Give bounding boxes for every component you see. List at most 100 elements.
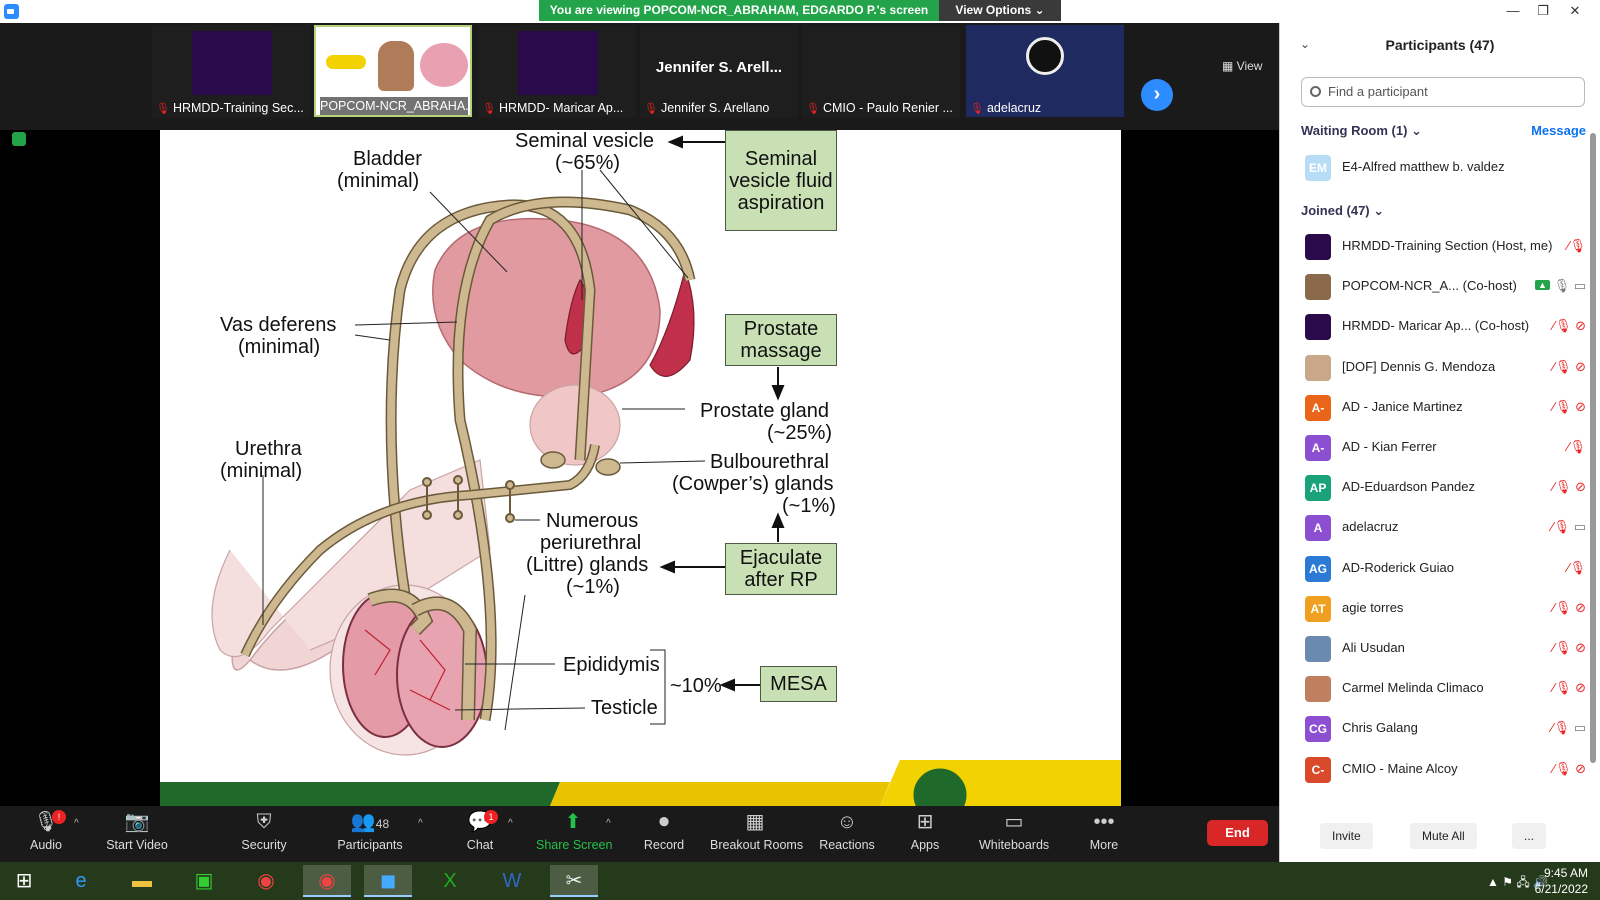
participant-row[interactable]: A- AD - Kian Ferrer ⁄🎙 xyxy=(1301,434,1586,462)
audio-label: Audio xyxy=(30,838,62,852)
participant-row[interactable]: CG Chris Galang ⁄🎙 ▭ xyxy=(1301,715,1586,743)
participants-caret-icon[interactable]: ^ xyxy=(418,818,423,829)
speaker-face xyxy=(378,41,414,91)
panel-scrollbar[interactable] xyxy=(1590,133,1596,763)
security-button[interactable]: ⛨ Security xyxy=(237,810,291,860)
record-button[interactable]: ⏺ Record xyxy=(642,810,686,860)
participant-row[interactable]: Aadelacruz ⁄🎙 ▭ xyxy=(1301,514,1586,542)
start-video-button[interactable]: 📷 Start Video xyxy=(102,810,172,860)
excel-icon[interactable]: X xyxy=(426,865,474,897)
avatar: CG xyxy=(1305,716,1331,743)
more-button[interactable]: ••• More xyxy=(1086,810,1122,860)
label-seminal-vesicle: Seminal vesicle xyxy=(515,130,654,152)
popcom-logo xyxy=(326,55,366,69)
participant-row[interactable]: Carmel Melinda Climaco ⁄🎙 ⊘ xyxy=(1301,675,1586,703)
share-caret-icon[interactable]: ^ xyxy=(606,818,611,829)
security-shield-icon: ⛨ xyxy=(256,811,272,833)
label-numerous: Numerous xyxy=(546,510,639,532)
label-littre: (Littre) glands xyxy=(526,554,649,576)
participant-row[interactable]: HRMDD-Training Section (Host, me) ⁄🎙 xyxy=(1301,233,1586,261)
avatar: A- xyxy=(1305,394,1331,421)
chat-caret-icon[interactable]: ^ xyxy=(508,818,513,829)
restore-icon[interactable]: ❐ xyxy=(1528,0,1558,21)
record-icon: ⏺ xyxy=(659,811,669,833)
share-screen-button[interactable]: ⬆ Share Screen xyxy=(536,810,612,860)
mute-all-button[interactable]: Mute All xyxy=(1410,823,1477,849)
video-tile[interactable]: 🎙 adelacruz xyxy=(966,25,1124,117)
audio-button[interactable]: 🎙 ! Audio xyxy=(22,810,70,860)
participant-row[interactable]: AT agie torres ⁄🎙 ⊘ xyxy=(1301,595,1586,623)
chrome-profile-icon[interactable]: ◉ xyxy=(303,865,351,897)
internet-explorer-icon[interactable]: e xyxy=(57,865,105,897)
participants-button[interactable]: 👥48 Participants xyxy=(336,810,404,860)
tile-big-name: Jennifer S. Arell... xyxy=(655,59,783,76)
next-page-icon[interactable]: › xyxy=(1141,79,1173,111)
apps-button[interactable]: ⊞ Apps xyxy=(907,810,943,860)
mic-muted-icon: 🎙 xyxy=(156,103,170,115)
breakout-rooms-button[interactable]: ▦ Breakout Rooms xyxy=(710,810,803,860)
taskbar-clock[interactable]: 9:45 AM 6/21/2022 xyxy=(1535,865,1588,897)
joined-header[interactable]: Joined (47) ⌄ xyxy=(1301,203,1384,219)
tile-name: adelacruz xyxy=(986,101,1042,115)
close-icon[interactable]: ✕ xyxy=(1560,0,1590,21)
participant-name: agie torres xyxy=(1342,599,1404,615)
video-tile[interactable]: 🎙 HRMDD- Maricar Ap... xyxy=(478,25,636,117)
tile-name: POPCOM-NCR_ABRAHA... xyxy=(320,99,468,113)
participant-row[interactable]: A- AD - Janice Martinez ⁄🎙 ⊘ xyxy=(1301,394,1586,422)
view-button[interactable]: ▦ View xyxy=(1222,59,1262,73)
box-mesa: MESA xyxy=(760,666,837,702)
whiteboards-button[interactable]: ▭ Whiteboards xyxy=(979,810,1049,860)
bulbourethral-gland xyxy=(595,458,621,476)
view-options-button[interactable]: View Options ⌄ xyxy=(939,0,1061,21)
start-video-label: Start Video xyxy=(106,838,168,852)
video-tile[interactable]: Jennifer S. Arell... 🎙 Jennifer S. Arella… xyxy=(640,25,798,117)
zoom-taskbar-icon[interactable]: ◼ xyxy=(364,865,412,897)
participant-name: POPCOM-NCR_A... (Co-host) xyxy=(1342,278,1517,294)
panel-more-button[interactable]: ... xyxy=(1512,823,1547,849)
participant-row[interactable]: C- CMIO - Maine Alcoy ⁄🎙 ⊘ xyxy=(1301,756,1586,784)
grid-icon: ▦ xyxy=(1222,59,1237,73)
store-icon[interactable]: ▣ xyxy=(180,865,228,897)
snipping-tool-icon[interactable]: ✂ xyxy=(550,865,598,897)
video-tile-active-speaker[interactable]: POPCOM-NCR_ABRAHA... xyxy=(314,25,472,117)
box-ejaculate-after-rp: Ejaculate after RP xyxy=(725,543,837,595)
camera-off-icon: ⊘ xyxy=(1575,640,1586,655)
panel-footer: Invite Mute All ... xyxy=(1280,823,1600,853)
windows-start-icon[interactable]: ⊞ xyxy=(0,865,48,897)
video-tile[interactable]: 🎙 HRMDD-Training Sec... xyxy=(152,25,310,117)
participant-row[interactable]: EM E4-Alfred matthew b. valdez xyxy=(1301,154,1586,182)
windows-taskbar: ⊞ e ▬ ▣ ◉ ◉ ◼ X W ✂ ▲ ⚑ 🖧 🔊 9:45 AM 6/21… xyxy=(0,862,1600,900)
mic-muted-icon: ⁄🎙 xyxy=(1552,599,1572,615)
video-off-avatar xyxy=(518,31,598,95)
camera-on-icon: ▭ xyxy=(1573,278,1586,294)
message-link[interactable]: Message xyxy=(1531,123,1586,138)
chrome-icon[interactable]: ◉ xyxy=(242,865,290,897)
find-participant-input[interactable]: Find a participant xyxy=(1301,77,1585,107)
chat-button[interactable]: 💬 1 Chat xyxy=(462,810,498,860)
label-prostate-pct: (~25%) xyxy=(767,422,833,444)
waiting-room-header[interactable]: Waiting Room (1) ⌄ xyxy=(1301,123,1422,139)
camera-off-icon: ⊘ xyxy=(1575,680,1586,696)
avatar xyxy=(1305,274,1331,301)
participant-name: Ali Usudan xyxy=(1342,640,1405,655)
word-icon[interactable]: W xyxy=(488,865,536,897)
participant-row[interactable]: Ali Usudan ⁄🎙 ⊘ xyxy=(1301,635,1586,663)
participant-status-icons: ⁄🎙 ⊘ xyxy=(1553,399,1586,415)
reactions-button[interactable]: ☺ Reactions xyxy=(818,810,876,860)
participant-name: AD - Kian Ferrer xyxy=(1342,439,1437,454)
encryption-shield-icon[interactable] xyxy=(12,132,26,146)
end-meeting-button[interactable]: End xyxy=(1207,820,1268,846)
participant-row[interactable]: AG AD-Roderick Guiao ⁄🎙 xyxy=(1301,555,1586,583)
video-tile[interactable]: 🎙 CMIO - Paulo Renier ... xyxy=(802,25,960,117)
audio-options-caret-icon[interactable]: ^ xyxy=(74,818,79,829)
mic-muted-icon: 🎙 xyxy=(806,103,820,115)
clock-date: 6/21/2022 xyxy=(1534,882,1588,896)
participant-row[interactable]: AP AD-Eduardson Pandez ⁄🎙 ⊘ xyxy=(1301,474,1586,502)
participant-row[interactable]: [DOF] Dennis G. Mendoza ⁄🎙 ⊘ xyxy=(1301,354,1586,382)
file-explorer-icon[interactable]: ▬ xyxy=(118,865,166,897)
participant-row[interactable]: HRMDD- Maricar Ap... (Co-host) ⁄🎙 ⊘ xyxy=(1301,313,1586,341)
camera-on-icon: ▭ xyxy=(1573,720,1586,736)
minimize-icon[interactable]: — xyxy=(1498,0,1528,21)
participant-row[interactable]: POPCOM-NCR_A... (Co-host) ▲ 🎙 ▭ xyxy=(1301,273,1586,301)
invite-button[interactable]: Invite xyxy=(1320,823,1373,849)
